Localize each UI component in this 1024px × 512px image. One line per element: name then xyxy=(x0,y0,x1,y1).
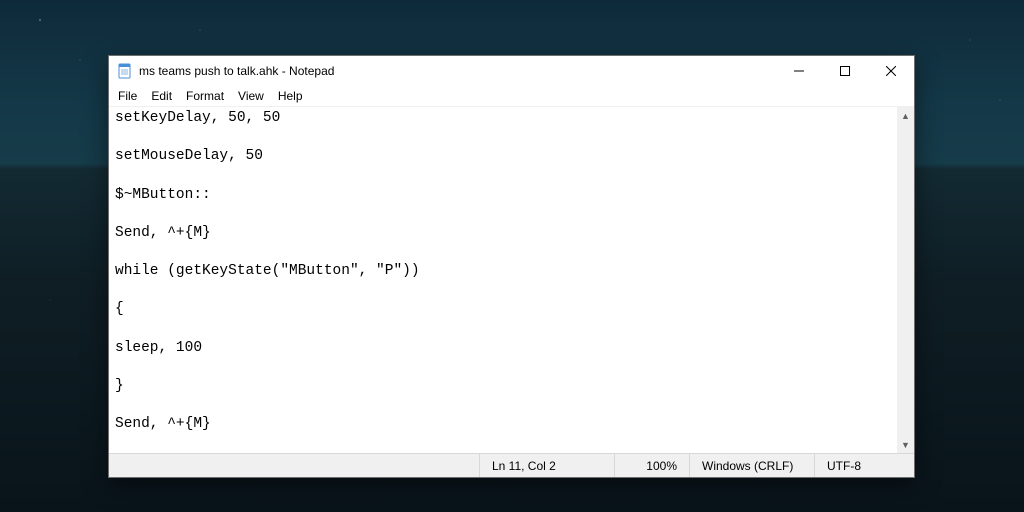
scroll-down-icon[interactable]: ▼ xyxy=(897,436,914,453)
menu-view[interactable]: View xyxy=(231,88,271,104)
desktop-wallpaper: ms teams push to talk.ahk - Notepad File… xyxy=(0,0,1024,512)
text-editor[interactable]: setKeyDelay, 50, 50 setMouseDelay, 50 $~… xyxy=(109,107,914,453)
menu-file[interactable]: File xyxy=(111,88,144,104)
status-line-ending: Windows (CRLF) xyxy=(690,454,815,477)
status-spacer xyxy=(109,454,480,477)
notepad-icon xyxy=(117,63,133,79)
close-button[interactable] xyxy=(868,56,914,86)
scroll-up-icon[interactable]: ▲ xyxy=(897,107,914,124)
titlebar[interactable]: ms teams push to talk.ahk - Notepad xyxy=(109,56,914,86)
menubar: File Edit Format View Help xyxy=(109,86,914,106)
vertical-scrollbar[interactable]: ▲ ▼ xyxy=(897,107,914,453)
menu-format[interactable]: Format xyxy=(179,88,231,104)
editor-area: setKeyDelay, 50, 50 setMouseDelay, 50 $~… xyxy=(109,106,914,453)
status-encoding: UTF-8 xyxy=(815,454,914,477)
minimize-button[interactable] xyxy=(776,56,822,86)
statusbar: Ln 11, Col 2 100% Windows (CRLF) UTF-8 xyxy=(109,453,914,477)
notepad-window: ms teams push to talk.ahk - Notepad File… xyxy=(108,55,915,478)
window-controls xyxy=(776,56,914,86)
maximize-button[interactable] xyxy=(822,56,868,86)
window-title: ms teams push to talk.ahk - Notepad xyxy=(139,64,776,78)
menu-help[interactable]: Help xyxy=(271,88,310,104)
status-cursor-position: Ln 11, Col 2 xyxy=(480,454,615,477)
status-zoom: 100% xyxy=(615,454,690,477)
menu-edit[interactable]: Edit xyxy=(144,88,179,104)
